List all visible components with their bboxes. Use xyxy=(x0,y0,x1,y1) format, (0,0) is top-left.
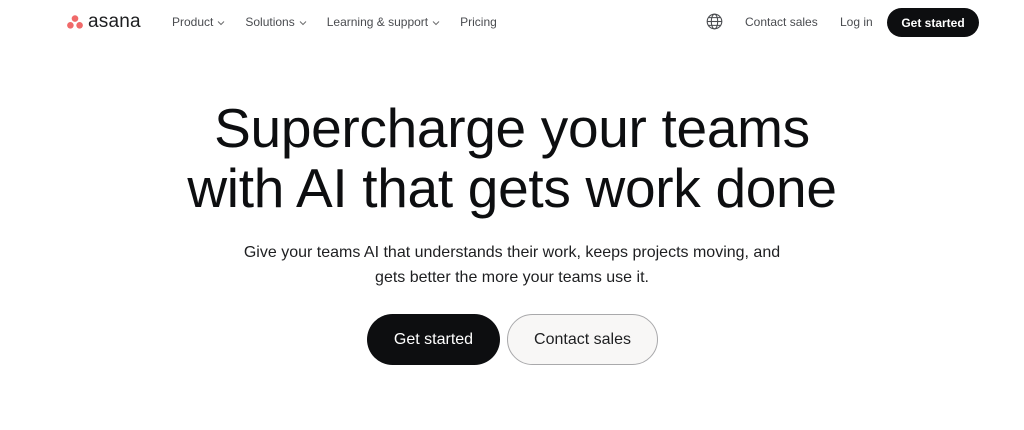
hero-subtitle-line-2: gets better the more your teams use it. xyxy=(375,269,649,286)
nav-item-learning-support[interactable]: Learning & support xyxy=(327,13,440,31)
hero-get-started-button[interactable]: Get started xyxy=(367,314,500,365)
nav-item-label: Pricing xyxy=(460,15,497,29)
chevron-down-icon xyxy=(432,20,440,25)
header-contact-sales-link[interactable]: Contact sales xyxy=(745,13,818,31)
nav-item-label: Solutions xyxy=(245,15,295,29)
asana-logo[interactable]: asana xyxy=(67,11,141,33)
main-nav: Product Solutions Learning & support Pri… xyxy=(172,13,517,31)
nav-item-solutions[interactable]: Solutions xyxy=(245,13,307,31)
logo-wordmark: asana xyxy=(88,11,141,32)
site-header: asana Product Solutions Learning & suppo… xyxy=(0,0,1024,44)
hero-title-line-1: Supercharge your teams xyxy=(214,97,810,159)
asana-logo-icon xyxy=(67,15,83,29)
nav-item-product[interactable]: Product xyxy=(172,13,225,31)
hero-title: Supercharge your teams with AI that gets… xyxy=(0,98,1024,218)
hero-subtitle: Give your teams AI that understands thei… xyxy=(0,240,1024,290)
page: asana Product Solutions Learning & suppo… xyxy=(0,0,1024,430)
chevron-down-icon xyxy=(299,20,307,25)
nav-item-label: Learning & support xyxy=(326,15,429,29)
hero-subtitle-line-1: Give your teams AI that understands thei… xyxy=(243,244,781,261)
header-login-link[interactable]: Log in xyxy=(840,13,873,31)
hero-contact-sales-button[interactable]: Contact sales xyxy=(507,314,658,365)
chevron-down-icon xyxy=(218,20,225,25)
nav-item-pricing[interactable]: Pricing xyxy=(460,13,497,31)
hero-title-line-2: with AI that gets work done xyxy=(187,157,837,219)
nav-item-label: Product xyxy=(172,15,214,29)
globe-icon[interactable] xyxy=(706,13,723,30)
header-get-started-button[interactable]: Get started xyxy=(887,8,979,37)
